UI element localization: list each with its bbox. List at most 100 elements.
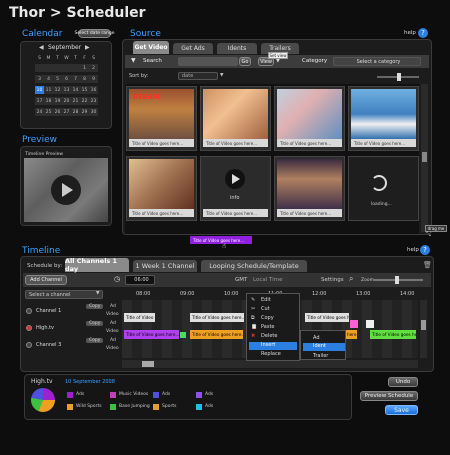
prev-month-icon[interactable]: ◀	[39, 44, 44, 51]
preview-schedule-button[interactable]: Preview Schedule	[360, 391, 418, 401]
timeline-event[interactable]: Title of Video goes here...	[190, 313, 244, 322]
context-menu-item-copy[interactable]: ⧉ Copy	[249, 315, 297, 323]
tab-all-channels-1-day[interactable]: All Channels 1 day	[65, 257, 129, 273]
go-button[interactable]: Go	[239, 57, 251, 66]
video-thumbnail[interactable]: Title of Video goes here...	[348, 86, 419, 151]
tab-looping-schedule[interactable]: Looping Schedule/Template	[201, 260, 307, 272]
calendar-day[interactable]: 5	[53, 75, 62, 83]
trash-icon[interactable]: 🗑	[423, 261, 432, 269]
select-channel-dropdown-icon[interactable]: ▼	[96, 291, 99, 296]
video-thumbnail[interactable]: Title of Video goes here...	[200, 86, 271, 151]
calendar-day[interactable]: 8	[80, 75, 89, 83]
sort-dropdown-icon[interactable]: ▼	[220, 73, 223, 78]
calendar-day[interactable]: 25	[44, 108, 53, 116]
next-month-icon[interactable]: ▶	[85, 44, 90, 51]
calendar-day[interactable]: 21	[71, 97, 80, 105]
zoom-handle[interactable]	[395, 276, 399, 284]
calendar-day[interactable]: 10	[35, 86, 44, 94]
category-select[interactable]: Select a category	[333, 57, 421, 66]
play-icon[interactable]	[51, 175, 81, 205]
calendar-day[interactable]: 17	[35, 97, 44, 105]
calendar-day[interactable]: 23	[89, 97, 98, 105]
source-help-icon[interactable]: ?	[418, 28, 428, 38]
channel-row-label[interactable]: Copy	[86, 338, 104, 343]
calendar-day[interactable]: 19	[53, 97, 62, 105]
info-label[interactable]: info	[230, 195, 239, 201]
timeline-event[interactable]: Title of Video goes here...	[124, 330, 179, 339]
timeline-event[interactable]: Title of Video goes here...	[124, 313, 155, 322]
calendar-day[interactable]: 13	[62, 86, 71, 94]
tab-get-ads[interactable]: Get Ads	[173, 43, 213, 54]
calendar-day[interactable]: 24	[35, 108, 44, 116]
video-thumbnail[interactable]: ATEAM Title of Video goes here...	[126, 86, 197, 151]
channel-radio[interactable]	[26, 308, 32, 314]
save-button[interactable]: Save	[385, 405, 418, 415]
timeline-event[interactable]: Title of Video goes here...	[370, 330, 416, 339]
submenu-item-trailer[interactable]: Trailer	[313, 353, 328, 359]
tab-idents[interactable]: Idents	[217, 43, 257, 54]
video-thumbnail[interactable]: Title of Video goes here...	[126, 156, 197, 221]
calendar-day[interactable]: 27	[62, 108, 71, 116]
timeline-event[interactable]: Title of Video goes here...	[305, 313, 349, 322]
calendar-day[interactable]: 26	[53, 108, 62, 116]
select-channel-select[interactable]: Select a channel	[25, 290, 103, 299]
calendar-day[interactable]: 11	[44, 86, 53, 94]
channel-radio[interactable]	[26, 342, 32, 348]
tab-1-week-1-channel[interactable]: 1 Week 1 Channel	[133, 260, 197, 272]
search-collapse-icon[interactable]: ▼	[131, 57, 136, 64]
settings-link[interactable]: Settings	[321, 277, 344, 283]
submenu-item-ad[interactable]: Ad	[313, 335, 320, 341]
select-date-range-button[interactable]: Select date range	[75, 29, 115, 38]
source-help-link[interactable]: help	[404, 30, 416, 36]
calendar-day[interactable]: 30	[89, 108, 98, 116]
search-input[interactable]	[178, 57, 238, 66]
calendar-day[interactable]: 2	[89, 64, 98, 72]
local-time-label[interactable]: Local Time	[253, 277, 282, 283]
submenu-item-ident[interactable]: Ident	[303, 343, 345, 351]
channel-name[interactable]: High.tv	[36, 325, 54, 331]
tab-get-video[interactable]: Get Video	[133, 41, 169, 54]
timeline-vertical-scrollbar[interactable]	[420, 300, 427, 358]
dragged-item[interactable]: Title of Video goes here...	[190, 236, 252, 244]
add-channel-button[interactable]: Add Channel	[25, 275, 67, 285]
channel-row-label[interactable]: Copy	[86, 304, 104, 309]
calendar-day[interactable]: 9	[89, 75, 98, 83]
horizontal-scrollbar[interactable]	[122, 360, 418, 368]
calendar-day[interactable]: 7	[71, 75, 80, 83]
calendar-day[interactable]: 28	[71, 108, 80, 116]
calendar-day[interactable]: 3	[35, 75, 44, 83]
calendar-day[interactable]: 16	[89, 86, 98, 94]
play-icon[interactable]	[225, 169, 245, 189]
video-thumbnail[interactable]: Title of Video goes here...	[274, 86, 345, 151]
calendar-day[interactable]: 18	[44, 97, 53, 105]
undo-button[interactable]: Undo	[388, 377, 418, 387]
time-input[interactable]: 06:00	[125, 275, 155, 285]
channel-name[interactable]: Channel 1	[36, 308, 61, 314]
context-menu-item-insert[interactable]: Insert	[249, 342, 297, 350]
ad-marker[interactable]	[180, 332, 186, 338]
context-menu-item-paste[interactable]: 📋 Paste	[249, 324, 297, 332]
calendar-day[interactable]: 1	[80, 64, 89, 72]
channel-radio[interactable]	[26, 325, 32, 331]
gmt-label[interactable]: GMT	[235, 277, 247, 283]
video-thumbnail[interactable]: Title of Video goes here...	[274, 156, 345, 221]
calendar-day[interactable]: 29	[80, 108, 89, 116]
vertical-scrollbar[interactable]	[421, 84, 428, 232]
context-menu-item-replace[interactable]: Replace	[249, 351, 297, 359]
context-menu-item-edit[interactable]: ✎ Edit	[249, 297, 297, 305]
channel-row-label[interactable]: Copy	[86, 321, 104, 326]
video-thumbnail[interactable]: info Title of Video goes here...	[200, 156, 271, 221]
resize-grip-icon[interactable]: ⤡	[426, 231, 431, 239]
context-menu-item-delete[interactable]: ✖ Delete	[249, 333, 297, 341]
context-menu-item-cut[interactable]: ✂ Cut	[249, 306, 297, 314]
calendar-day[interactable]: 15	[80, 86, 89, 94]
channel-name[interactable]: Channel 3	[36, 342, 61, 348]
ad-marker[interactable]	[350, 320, 358, 328]
sort-select[interactable]: date	[178, 72, 218, 80]
calendar-day[interactable]: 6	[62, 75, 71, 83]
slider-handle[interactable]	[397, 73, 401, 81]
calendar-day[interactable]: 14	[71, 86, 80, 94]
timeline-event[interactable]: Title of Video goes here...	[190, 330, 243, 339]
calendar-day[interactable]: 4	[44, 75, 53, 83]
calendar-day[interactable]: 22	[80, 97, 89, 105]
